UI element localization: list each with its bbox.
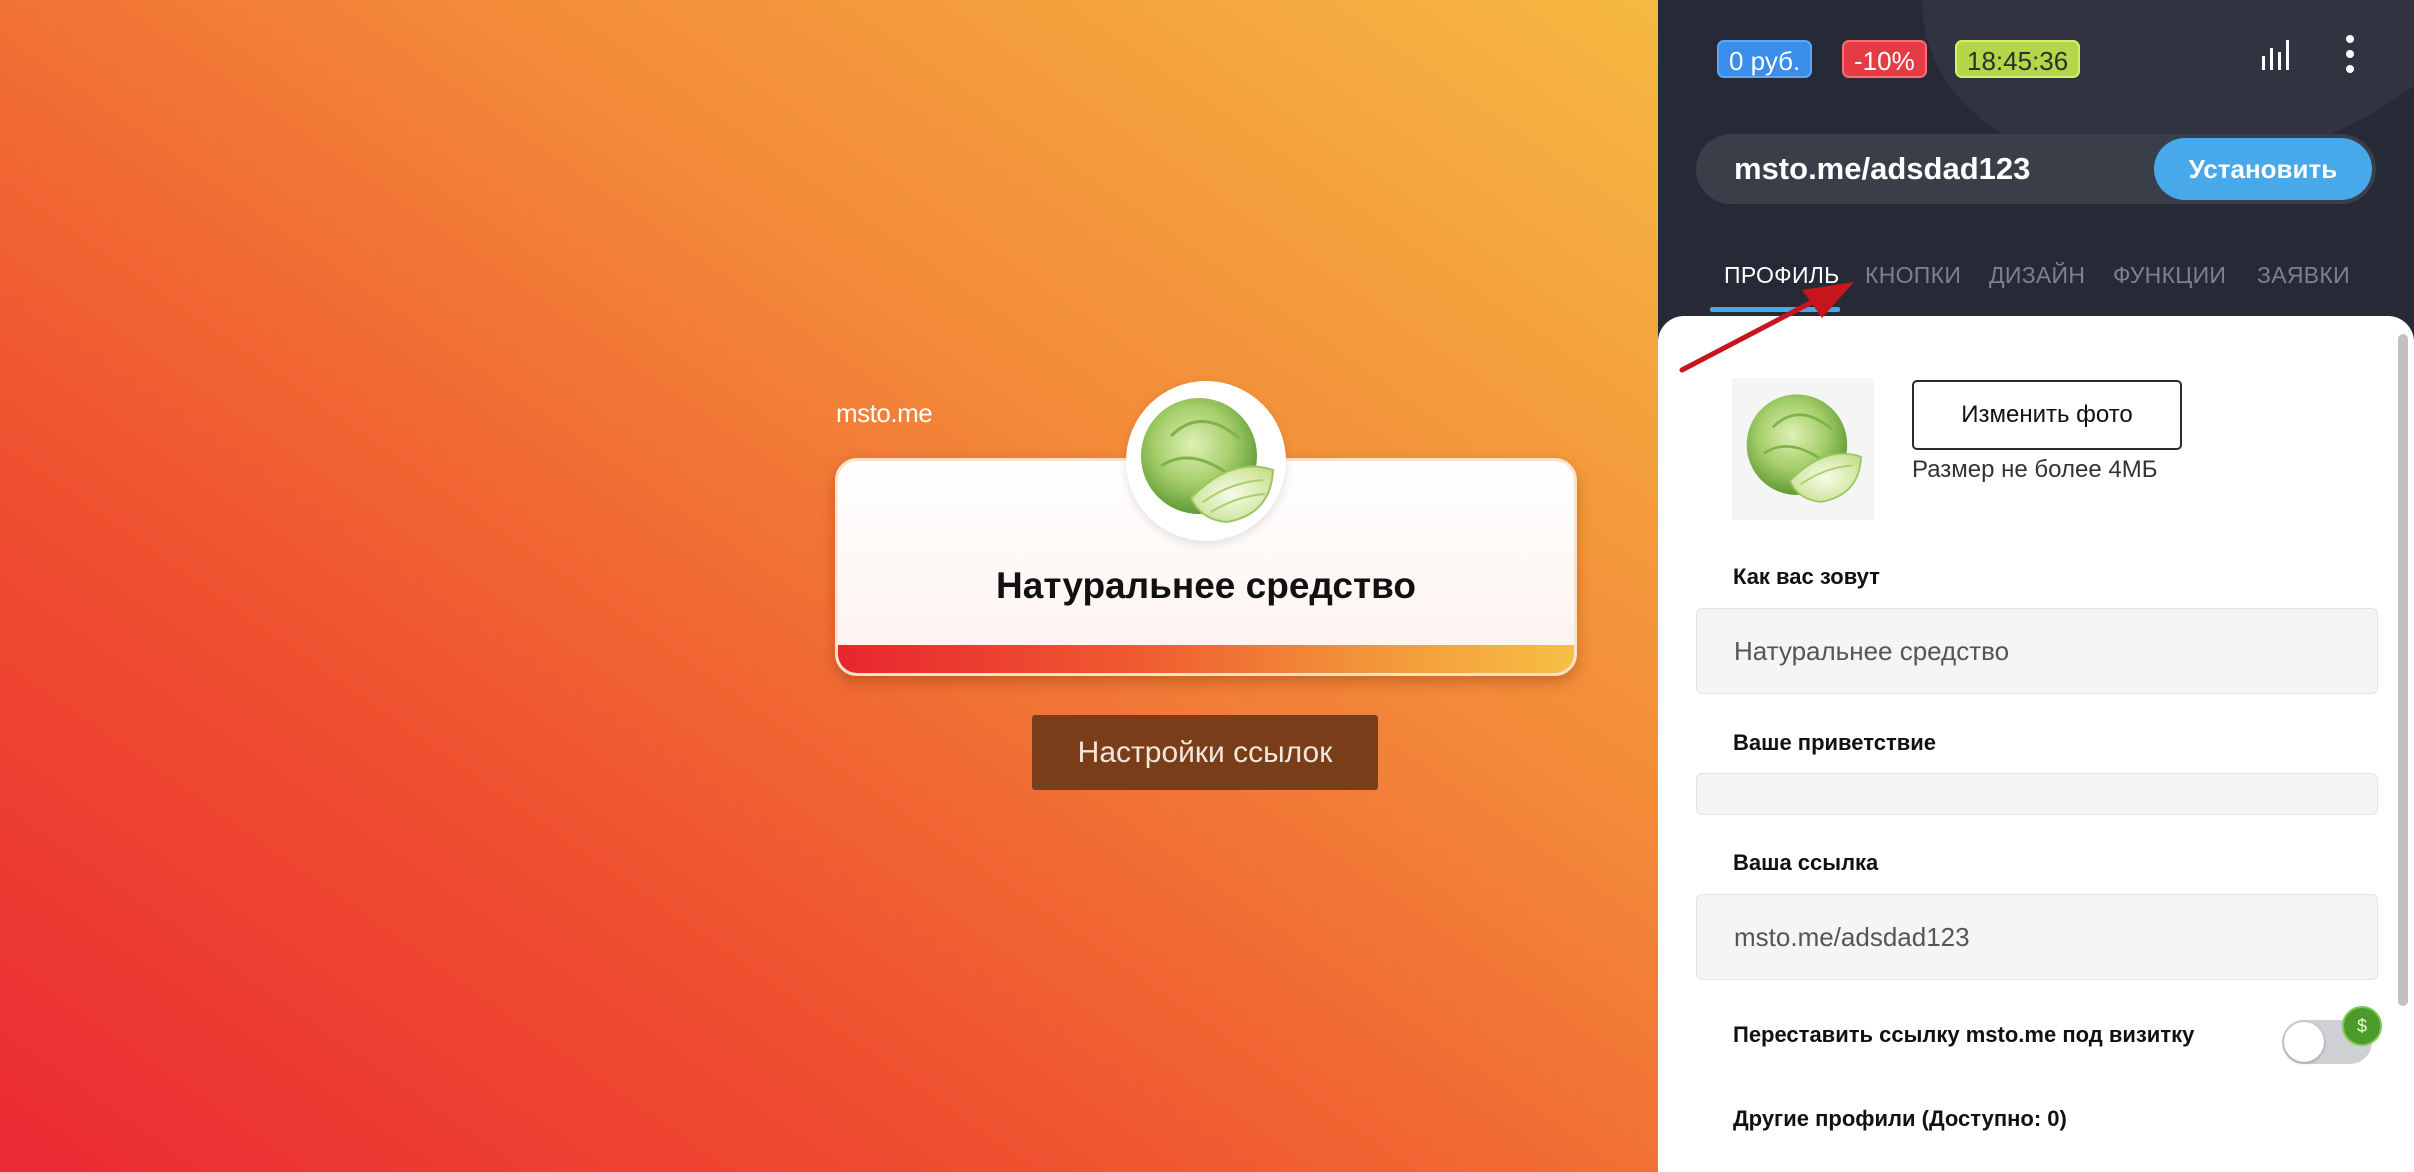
- change-photo-button[interactable]: Изменить фото: [1912, 380, 2182, 450]
- other-profiles-label: Другие профили (Доступно: 0): [1733, 1106, 2067, 1131]
- tab-requests[interactable]: ЗАЯВКИ: [2257, 262, 2350, 289]
- profile-preview: msto.me Натуральнее средство Настройки с…: [0, 0, 1658, 1172]
- link-input[interactable]: [1696, 894, 2378, 980]
- profile-card-title: Натуральнее средство: [996, 565, 1416, 606]
- photo-size-hint: Размер не более 4МБ: [1912, 456, 2158, 483]
- name-input[interactable]: [1696, 608, 2378, 694]
- tab-buttons[interactable]: КНОПКИ: [1865, 262, 1961, 289]
- panel-decoration: [1864, 0, 2414, 246]
- cabbage-image: [1746, 394, 1862, 503]
- bar-chart-icon[interactable]: [2260, 38, 2292, 77]
- greeting-input[interactable]: [1696, 773, 2378, 815]
- profile-card-gradient-bar: [838, 645, 1574, 673]
- editor-panel: 0 руб. -10% 18:45:36 msto.me/adsdad123 У…: [1658, 0, 2414, 1172]
- name-label: Как вас зовут: [1733, 564, 1880, 589]
- timer-badge[interactable]: 18:45:36: [1955, 40, 2081, 78]
- profile-form: Изменить фото Размер не более 4МБ Как ва…: [1658, 316, 2414, 1172]
- tab-design[interactable]: ДИЗАЙН: [1989, 262, 2085, 289]
- panel-scrollbar[interactable]: [2398, 334, 2408, 1006]
- discount-badge[interactable]: -10%: [1842, 40, 1927, 78]
- greeting-label: Ваше приветствие: [1733, 730, 1937, 755]
- url-bar: msto.me/adsdad123 Установить: [1696, 134, 2376, 204]
- kebab-menu-icon[interactable]: [2342, 34, 2358, 79]
- toggle-knob: [2284, 1022, 2324, 1062]
- link-label: Ваша ссылка: [1733, 850, 1879, 875]
- balance-badge[interactable]: 0 руб.: [1717, 40, 1813, 78]
- link-settings-button[interactable]: Настройки ссылок: [1032, 715, 1378, 790]
- profile-photo-thumbnail: [1732, 378, 1874, 520]
- tab-functions[interactable]: ФУНКЦИИ: [2113, 262, 2226, 289]
- site-url[interactable]: msto.me/adsdad123: [1734, 134, 2030, 204]
- paid-feature-badge: $: [2342, 1006, 2382, 1046]
- annotation-arrow: [1679, 282, 1854, 373]
- profile-avatar: [1126, 381, 1286, 541]
- move-link-label: Переставить ссылку msto.me под визитку: [1733, 1022, 2195, 1047]
- install-button[interactable]: Установить: [2154, 138, 2372, 200]
- cabbage-image: [1141, 398, 1275, 524]
- site-label: msto.me: [836, 398, 933, 428]
